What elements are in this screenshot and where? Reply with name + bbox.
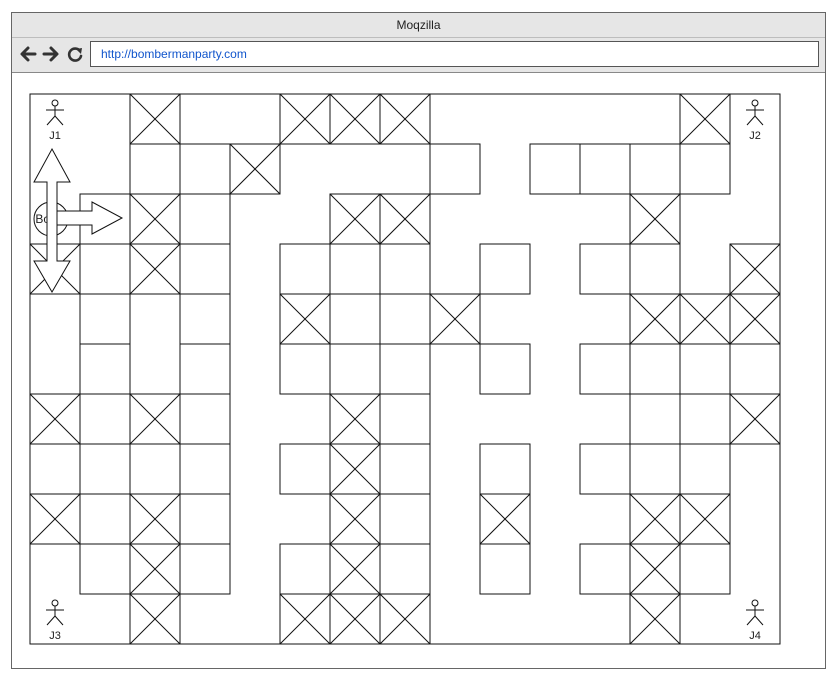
- player-4-label: J4: [749, 630, 761, 642]
- window-title: Moqzilla: [12, 13, 825, 38]
- wall-block: [179, 443, 231, 495]
- wall-block: [329, 293, 381, 345]
- wall-block: [629, 393, 681, 445]
- wall-block: [429, 143, 481, 195]
- wall-block: [379, 293, 431, 345]
- wall-block: [379, 243, 431, 295]
- wall-block: [579, 443, 631, 495]
- wall-block: [579, 243, 631, 295]
- wall-block: [179, 293, 231, 345]
- browser-toolbar: http://bombermanparty.com: [12, 38, 825, 73]
- wall-block: [79, 243, 131, 295]
- arrow-left-icon: [20, 46, 37, 62]
- wall-block: [379, 393, 431, 445]
- wall-block: [79, 443, 131, 495]
- wall-block: [579, 343, 631, 395]
- wall-block: [679, 543, 731, 595]
- wall-block: [379, 343, 431, 395]
- player-3-label: J3: [49, 630, 61, 642]
- wall-block: [579, 143, 631, 195]
- wall-block: [279, 443, 331, 495]
- wall-block: [79, 293, 131, 345]
- wall-block: [129, 143, 181, 195]
- wall-block: [529, 143, 581, 195]
- page-content: J1J2J3J4Bomb: [12, 73, 825, 668]
- wall-block: [279, 543, 331, 595]
- wall-block: [629, 243, 681, 295]
- wall-block: [279, 243, 331, 295]
- wall-block: [679, 443, 731, 495]
- reload-button[interactable]: [65, 43, 85, 65]
- game-board[interactable]: J1J2J3J4Bomb: [12, 73, 825, 668]
- wall-block: [579, 543, 631, 595]
- wall-block: [679, 143, 731, 195]
- wall-block: [379, 443, 431, 495]
- wall-block: [179, 193, 231, 245]
- wall-block: [479, 243, 531, 295]
- wall-block: [179, 393, 231, 445]
- wall-block: [179, 143, 231, 195]
- wall-block: [179, 493, 231, 545]
- wall-block: [179, 243, 231, 295]
- wall-block: [79, 393, 131, 445]
- wall-block: [479, 343, 531, 395]
- player-2-label: J2: [749, 130, 761, 142]
- reload-icon: [67, 47, 83, 62]
- wall-block: [179, 543, 231, 595]
- wall-block: [479, 543, 531, 595]
- wall-block: [79, 343, 131, 395]
- wall-block: [629, 143, 681, 195]
- browser-window: Moqzilla http://bombermanparty.com J1 J2 J…: [11, 12, 826, 669]
- wall-block: [279, 343, 331, 395]
- wall-block: [679, 343, 731, 395]
- wall-block: [479, 443, 531, 495]
- wall-block: [79, 543, 131, 595]
- wall-block: [379, 543, 431, 595]
- url-input[interactable]: http://bombermanparty.com: [90, 41, 819, 67]
- wall-block: [379, 493, 431, 545]
- back-button[interactable]: [18, 43, 38, 65]
- player-1-label: J1: [49, 130, 61, 142]
- forward-button[interactable]: [41, 43, 61, 65]
- arrow-right-icon: [42, 46, 59, 62]
- wall-block: [179, 343, 231, 395]
- wall-block: [79, 493, 131, 545]
